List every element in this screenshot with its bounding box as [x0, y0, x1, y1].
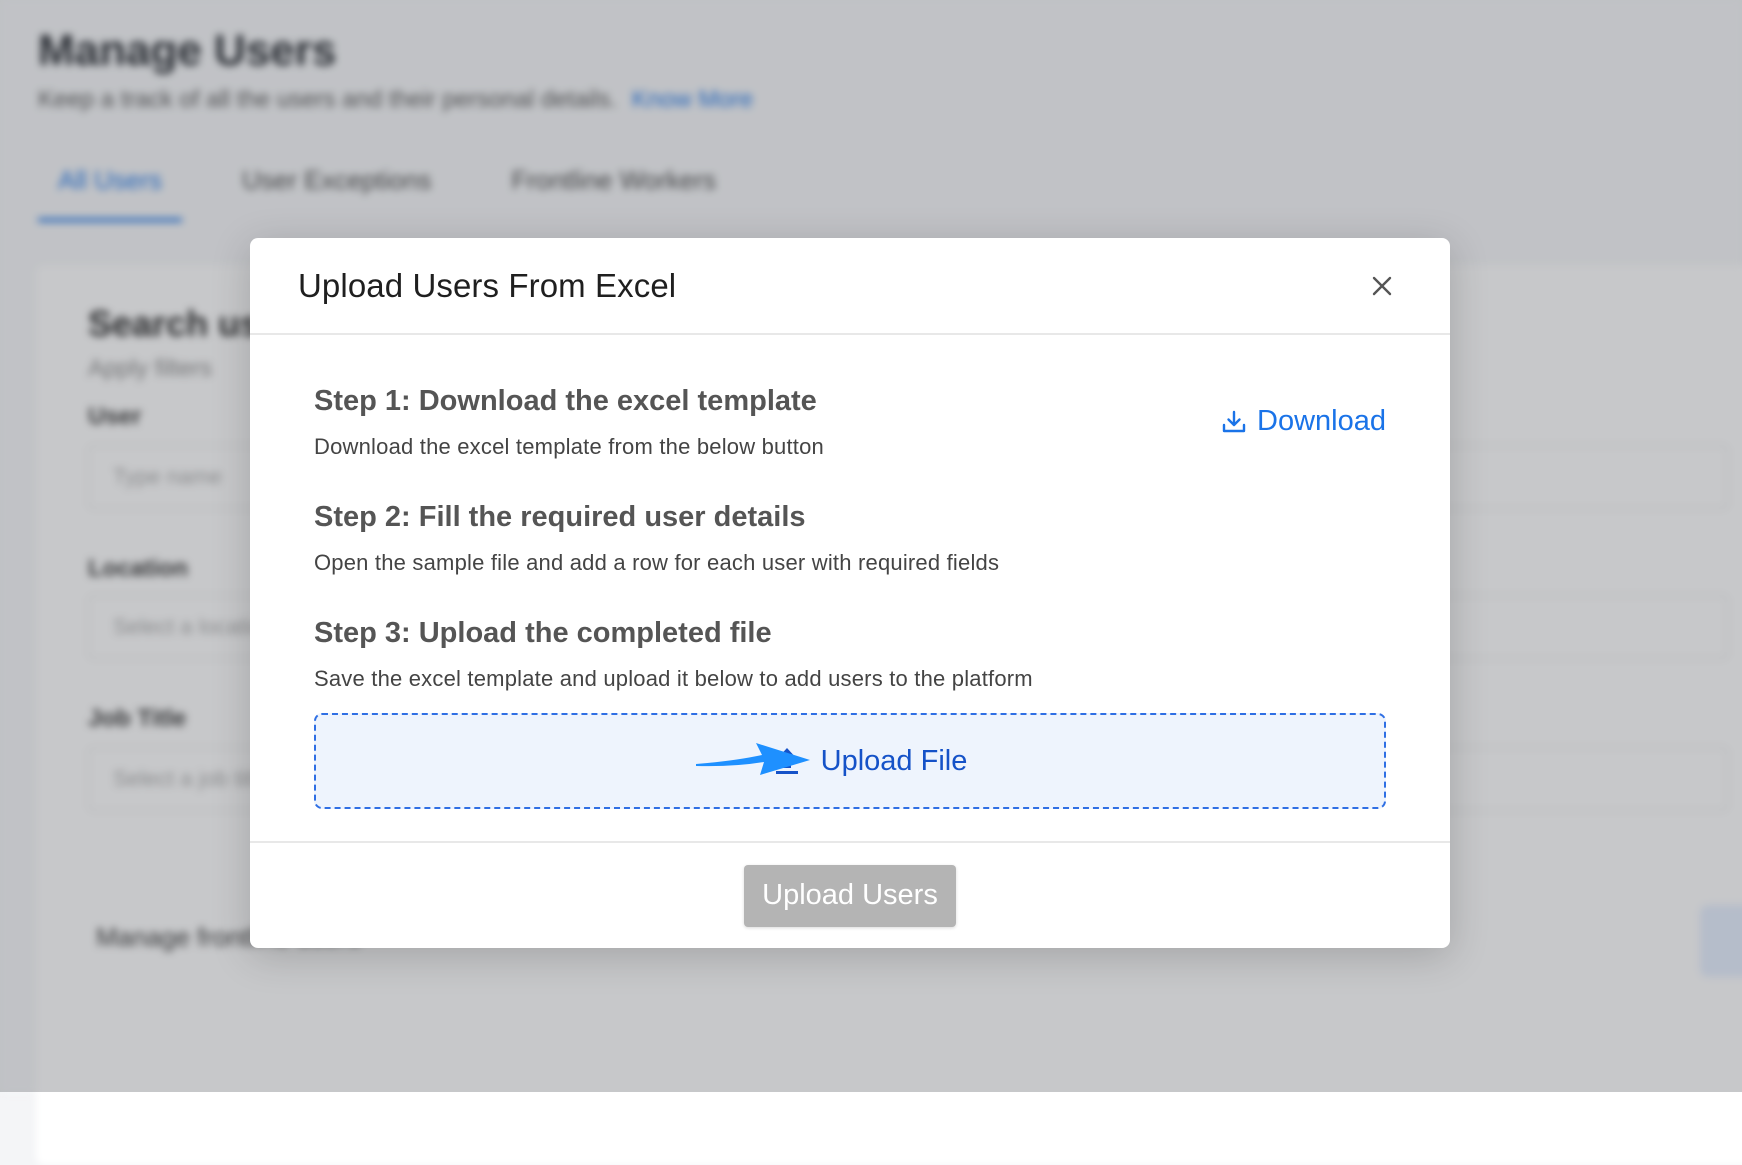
download-icon — [1222, 410, 1246, 432]
modal-footer: Upload Users — [250, 843, 1450, 948]
step-3: Step 3: Upload the completed file Save t… — [314, 617, 1033, 692]
step-1: Step 1: Download the excel template Down… — [314, 385, 824, 460]
modal-title: Upload Users From Excel — [298, 266, 677, 304]
upload-file-label: Upload File — [820, 744, 968, 777]
close-button[interactable] — [1362, 266, 1402, 306]
modal-body: Step 1: Download the excel template Down… — [250, 335, 1450, 843]
step-3-description: Save the excel template and upload it be… — [314, 666, 1033, 691]
step-3-title: Step 3: Upload the completed file — [314, 617, 772, 649]
step-2-title: Step 2: Fill the required user details — [314, 501, 806, 533]
upload-file-dropzone[interactable]: Upload File — [314, 713, 1386, 809]
step-2-description: Open the sample file and add a row for e… — [314, 550, 1000, 575]
upload-users-modal: Upload Users From Excel Step 1: Download… — [250, 238, 1450, 948]
download-template-button[interactable]: Download — [1221, 405, 1386, 438]
upload-users-button[interactable]: Upload Users — [744, 864, 956, 927]
download-label: Download — [1257, 405, 1386, 437]
modal-header: Upload Users From Excel — [250, 238, 1450, 335]
step-2: Step 2: Fill the required user details O… — [314, 501, 999, 576]
step-1-title: Step 1: Download the excel template — [314, 385, 817, 417]
pointer-arrow-icon — [696, 743, 810, 775]
close-icon — [1372, 276, 1392, 295]
step-1-description: Download the excel template from the bel… — [314, 434, 824, 459]
